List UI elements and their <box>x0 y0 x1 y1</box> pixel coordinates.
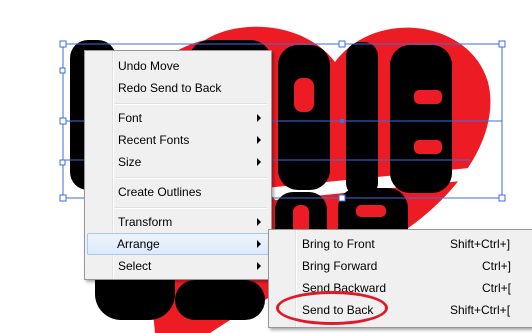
menu-item-shortcut: Shift+Ctrl+[ <box>450 303 511 317</box>
menu-separator <box>115 177 267 179</box>
menu-item-label: Send to Back <box>302 303 374 317</box>
anchor-point[interactable] <box>340 119 344 123</box>
menu-item-label: Select <box>118 259 152 273</box>
menu-item-label: Arrange <box>117 237 160 251</box>
submenu-arrow-icon <box>257 114 261 122</box>
menu-item-transform[interactable]: Transform <box>87 211 269 233</box>
menu-item-arrange[interactable]: Arrange <box>87 233 269 255</box>
menu-item-label: Font <box>118 111 143 125</box>
menu-item-label: Bring to Front <box>302 237 375 251</box>
menu-item-label: Transform <box>118 215 173 229</box>
submenu-arrow-icon <box>257 136 261 144</box>
menu-separator <box>115 103 267 105</box>
menu-item-size[interactable]: Size <box>87 151 269 173</box>
menu-item-shortcut: Ctrl+[ <box>482 281 512 295</box>
menu-item-label: Bring Forward <box>302 259 378 273</box>
menu-item-recent-fonts[interactable]: Recent Fonts <box>87 129 269 151</box>
menu-item-bring-forward[interactable]: Bring Forward Ctrl+] <box>271 255 530 277</box>
menu-item-undo-move[interactable]: Undo Move <box>87 55 269 77</box>
menu-item-label: Create Outlines <box>118 185 202 199</box>
menu-item-redo-send-to-back[interactable]: Redo Send to Back <box>87 77 269 99</box>
menu-item-label: Send Backward <box>302 281 387 295</box>
menu-item-create-outlines[interactable]: Create Outlines <box>87 181 269 203</box>
menu-item-label: Undo Move <box>118 59 180 73</box>
menu-item-send-backward[interactable]: Send Backward Ctrl+[ <box>271 277 530 299</box>
menu-item-label: Size <box>118 155 142 169</box>
submenu-arrow-icon <box>257 262 261 270</box>
menu-item-send-to-back[interactable]: Send to Back Shift+Ctrl+[ <box>271 299 530 321</box>
context-menu: Undo Move Redo Send to Back Font Recent … <box>84 50 272 280</box>
menu-item-bring-to-front[interactable]: Bring to Front Shift+Ctrl+] <box>271 233 530 255</box>
menu-item-label: Recent Fonts <box>118 133 190 147</box>
submenu-arrow-icon <box>257 240 261 248</box>
menu-item-label: Redo Send to Back <box>118 81 222 95</box>
menu-item-shortcut: Ctrl+] <box>482 259 512 273</box>
arrange-submenu: Bring to Front Shift+Ctrl+] Bring Forwar… <box>268 229 532 328</box>
submenu-arrow-icon <box>257 158 261 166</box>
menu-item-font[interactable]: Font <box>87 107 269 129</box>
menu-item-select[interactable]: Select <box>87 255 269 277</box>
menu-separator <box>115 207 267 209</box>
submenu-arrow-icon <box>257 218 261 226</box>
menu-item-shortcut: Shift+Ctrl+] <box>450 237 511 251</box>
